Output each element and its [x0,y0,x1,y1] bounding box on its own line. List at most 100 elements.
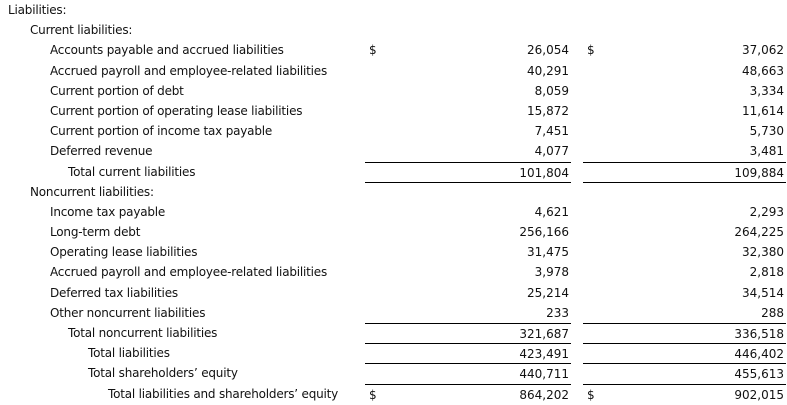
amount: 2,818 [749,265,784,280]
prior-year-cell: 2,818 [583,262,786,282]
amount: 7,451 [534,124,569,139]
amount: 321,687 [519,327,569,341]
current-year-cell: 4,621 [365,202,571,222]
current-year-cell: $864,202 [365,383,571,404]
prior-year-cell: 3,481 [583,141,786,161]
current-year-cell: 101,804 [365,161,571,182]
table-row: Income tax payable 4,621 2,293 [0,202,787,222]
row-label: Accrued payroll and employee-related lia… [50,265,328,280]
amount: 902,015 [734,387,784,402]
currency-symbol: $ [587,43,595,58]
row-label: Deferred tax liabilities [50,285,178,300]
table-row: Liabilities: [0,0,787,20]
current-year-cell: 15,872 [365,101,571,121]
prior-year-cell: $902,015 [583,383,786,404]
prior-year-cell: 32,380 [583,242,786,262]
table-row: Deferred tax liabilities 25,214 34,514 [0,283,787,303]
amount: 455,613 [734,367,784,382]
row-label: Total noncurrent liabilities [68,326,218,340]
current-year-cell: 8,059 [365,81,571,101]
currency-symbol: $ [369,43,377,58]
table-row: Total current liabilities 101,804 109,884 [0,161,787,182]
amount: 26,054 [527,43,569,58]
row-label: Current portion of debt [50,83,184,98]
prior-year-cell: 109,884 [583,161,786,182]
table-row: Long-term debt 256,166 264,225 [0,222,787,242]
row-label: Operating lease liabilities [50,245,198,260]
prior-year-cell: 288 [583,303,786,323]
amount: 288 [761,305,784,320]
current-year-cell: 423,491 [365,343,571,363]
current-year-cell: 440,711 [365,363,571,383]
table-row: Total liabilities 423,491 446,402 [0,343,787,363]
prior-year-cell: 5,730 [583,121,786,141]
amount: 233 [546,305,569,320]
row-label: Liabilities: [8,3,67,17]
row-label: Total shareholders’ equity [88,366,238,381]
amount: 109,884 [734,165,784,180]
amount: 264,225 [734,225,784,240]
table-row: Operating lease liabilities 31,475 32,380 [0,242,787,262]
current-year-cell: 4,077 [365,141,571,161]
current-year-cell: 31,475 [365,242,571,262]
prior-year-cell: 336,518 [583,323,786,343]
amount: 4,077 [534,144,569,159]
current-year-cell: $26,054 [365,40,571,60]
row-label: Total liabilities and shareholders’ equi… [108,386,339,401]
row-label: Accrued payroll and employee-related lia… [50,63,328,78]
amount: 2,293 [749,204,784,219]
amount: 101,804 [519,165,569,180]
prior-year-cell: 34,514 [583,283,786,303]
amount: 864,202 [519,387,569,402]
amount: 3,481 [749,144,784,159]
current-year-cell: 233 [365,303,571,323]
table-row: Accounts payable and accrued liabilities… [0,40,787,60]
row-label: Current liabilities: [30,23,133,38]
balance-sheet-liabilities: Liabilities: Current liabilities: Accounts… [0,0,787,404]
amount: 34,514 [742,285,784,300]
prior-year-cell: 48,663 [583,61,786,81]
amount: 37,062 [742,43,784,58]
row-label: Current portion of operating lease liabi… [50,103,303,118]
row-label: Current portion of income tax payable [50,124,273,139]
current-year-cell: 256,166 [365,222,571,242]
row-label: Other noncurrent liabilities [50,305,206,320]
prior-year-cell: $37,062 [583,40,786,60]
amount: 336,518 [734,327,784,341]
amount: 256,166 [519,225,569,240]
prior-year-cell: 2,293 [583,202,786,222]
amount: 32,380 [742,245,784,260]
table-row: Accrued payroll and employee-related lia… [0,61,787,81]
amount: 423,491 [519,347,569,362]
amount: 3,978 [534,265,569,280]
amount: 4,621 [534,204,569,219]
amount: 8,059 [534,83,569,98]
row-label: Income tax payable [50,204,166,219]
table-row: Noncurrent liabilities: [0,181,787,202]
prior-year-cell [583,181,786,202]
currency-symbol: $ [587,387,595,402]
amount: 5,730 [749,124,784,139]
prior-year-cell: 11,614 [583,101,786,121]
row-label: Noncurrent liabilities: [30,184,154,199]
prior-year-cell: 3,334 [583,81,786,101]
amount: 3,334 [749,83,784,98]
row-label: Deferred revenue [50,144,153,159]
current-year-cell [365,181,571,202]
row-label: Accounts payable and accrued liabilities [50,43,284,58]
amount: 15,872 [527,103,569,118]
current-year-cell: 3,978 [365,262,571,282]
table-row: Deferred revenue 4,077 3,481 [0,141,787,161]
row-label: Total liabilities [88,346,170,361]
current-year-cell: 40,291 [365,61,571,81]
amount: 11,614 [742,103,784,118]
table-row: Accrued payroll and employee-related lia… [0,262,787,282]
currency-symbol: $ [369,387,377,402]
amount: 446,402 [734,347,784,362]
current-year-cell: 7,451 [365,121,571,141]
table-row: Current liabilities: [0,20,787,40]
prior-year-cell: 455,613 [583,363,786,383]
table-row: Total liabilities and shareholders’ equi… [0,383,787,404]
amount: 40,291 [527,63,569,78]
table-row: Total shareholders’ equity 440,711 455,613 [0,363,787,383]
